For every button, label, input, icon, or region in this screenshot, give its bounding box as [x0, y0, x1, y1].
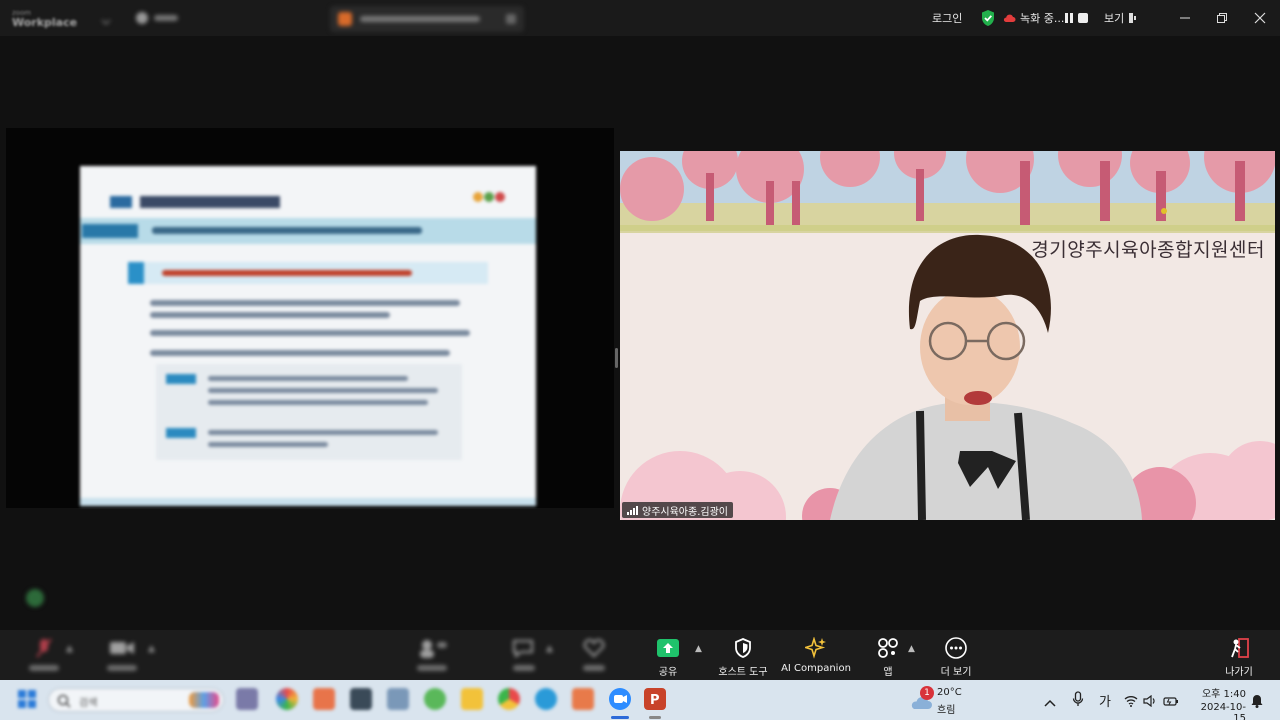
- panel-splitter-handle[interactable]: [615, 348, 618, 368]
- slide-logo: [472, 188, 508, 207]
- signal-strength-icon: [627, 505, 638, 515]
- ime-indicator[interactable]: 가: [1099, 691, 1111, 710]
- participant-video-tile[interactable]: 경기양주시육아종합지원센터 양주시육아종.김광이: [620, 151, 1275, 520]
- chat-button[interactable]: [484, 636, 564, 674]
- sparkle-icon: [805, 637, 826, 659]
- video-button[interactable]: [82, 636, 162, 674]
- clock[interactable]: 오후 1:40 2024-10-15: [1190, 685, 1246, 720]
- svg-text:P: P: [650, 693, 660, 708]
- tray-overflow-button[interactable]: [1044, 693, 1056, 712]
- blurred-security-chip: [134, 10, 182, 26]
- blurred-status-dot: [26, 589, 44, 607]
- close-icon: [1254, 12, 1266, 24]
- file-explorer-icon[interactable]: [461, 688, 483, 710]
- participants-icon: [420, 640, 447, 658]
- weather-widget[interactable]: 1 20°C 흐림: [908, 686, 968, 716]
- share-screen-icon: [657, 639, 679, 657]
- apps-options-caret[interactable]: ▲: [908, 644, 915, 654]
- microphone-tray-icon: [1072, 691, 1084, 706]
- restore-icon: [1217, 13, 1227, 23]
- more-icon: [945, 637, 967, 659]
- chevron-up-icon: [1044, 699, 1056, 707]
- app-icon-doc[interactable]: [387, 688, 409, 710]
- login-button[interactable]: 로그인: [932, 0, 962, 36]
- more-button[interactable]: 더 보기: [916, 636, 996, 678]
- microphone-tray-button[interactable]: [1072, 691, 1084, 711]
- apps-icon: [878, 638, 898, 658]
- share-button[interactable]: 공유: [628, 636, 708, 678]
- host-tools-button[interactable]: 호스트 도구: [703, 636, 783, 678]
- minimize-icon: [1180, 17, 1190, 19]
- restore-button[interactable]: [1203, 0, 1241, 36]
- wifi-icon: [1124, 696, 1138, 707]
- pause-recording-button[interactable]: [1063, 0, 1075, 36]
- shield-check-icon[interactable]: [980, 0, 996, 36]
- shield-icon: [735, 638, 751, 658]
- title-bar: zoom Workplace 로그인 녹화 중... 보기: [0, 0, 1280, 36]
- taskbar-left-blurred: 검색: [0, 680, 616, 720]
- cloud-record-icon: [1003, 14, 1016, 22]
- stop-recording-button[interactable]: [1077, 0, 1089, 36]
- active-app-indicator: [611, 716, 629, 719]
- battery-icon: [1163, 697, 1178, 706]
- zoom-taskbar-icon[interactable]: [609, 688, 631, 710]
- edge-icon[interactable]: [535, 688, 557, 710]
- weather-badge: 1: [920, 686, 934, 700]
- chrome-icon[interactable]: [498, 688, 520, 710]
- view-menu-button[interactable]: 보기: [1104, 0, 1138, 36]
- app-icon-orange[interactable]: [313, 688, 335, 710]
- participants-button[interactable]: [392, 636, 472, 674]
- shared-slide: [80, 166, 536, 506]
- app-icon-green[interactable]: [424, 688, 446, 710]
- wifi-button[interactable]: [1124, 692, 1138, 711]
- speaker-icon: [1143, 694, 1155, 708]
- task-view-icon[interactable]: [236, 688, 258, 710]
- volume-button[interactable]: [1143, 692, 1157, 711]
- slide-title-blurred: [110, 192, 300, 215]
- video-options-caret[interactable]: ▲: [148, 644, 155, 654]
- recording-indicator[interactable]: 녹화 중...: [1003, 0, 1064, 36]
- battery-button[interactable]: [1163, 692, 1179, 711]
- search-icon: [57, 694, 71, 708]
- running-app-indicator: [649, 716, 661, 719]
- pause-icon: [1065, 13, 1073, 23]
- view-grid-icon: [1129, 13, 1137, 23]
- audio-options-caret[interactable]: ▲: [66, 644, 73, 654]
- chat-options-caret[interactable]: ▲: [546, 644, 553, 654]
- meeting-toolbar: ▲ ▲ ▲ 공유 ▲ 호스트 도구 AI Companion 앱 ▲ 더 보기: [0, 630, 1280, 680]
- close-button[interactable]: [1241, 0, 1279, 36]
- minimize-button[interactable]: [1166, 0, 1204, 36]
- microphone-icon: [36, 638, 52, 658]
- slide-subheading: [128, 262, 488, 284]
- camera-icon: [110, 642, 134, 654]
- leave-door-icon: [1231, 638, 1249, 658]
- blurred-dropdown: [100, 12, 112, 26]
- os-taskbar: 검색 P 1 20°C 흐림 가 오후 1:40 2024-10-15: [0, 680, 1280, 720]
- ai-companion-button[interactable]: AI Companion: [776, 636, 856, 674]
- notifications-button[interactable]: [1251, 693, 1263, 712]
- app-logo: zoom Workplace: [12, 9, 78, 29]
- mute-button[interactable]: [4, 636, 84, 674]
- stop-icon: [1078, 13, 1088, 23]
- video-frame: [620, 151, 1275, 520]
- search-box[interactable]: 검색: [48, 688, 224, 712]
- slide-band: [80, 218, 536, 244]
- heart-icon: [583, 639, 605, 658]
- leave-button[interactable]: 나가기: [1199, 636, 1279, 678]
- bell-icon: [1251, 695, 1263, 708]
- start-icon[interactable]: [16, 688, 38, 710]
- blurred-meeting-pill[interactable]: [330, 6, 524, 32]
- participant-name-tag: 양주시육아종.김광이: [622, 502, 733, 518]
- app-icon-brush[interactable]: [572, 688, 594, 710]
- reactions-button[interactable]: [554, 636, 634, 674]
- banner-text: 경기양주시육아종합지원센터: [1031, 239, 1265, 261]
- copilot-icon[interactable]: [276, 688, 298, 710]
- app-icon-dark[interactable]: [350, 688, 372, 710]
- chat-icon: [513, 640, 533, 658]
- powerpoint-icon[interactable]: P: [644, 688, 666, 710]
- share-options-caret[interactable]: ▲: [695, 644, 702, 654]
